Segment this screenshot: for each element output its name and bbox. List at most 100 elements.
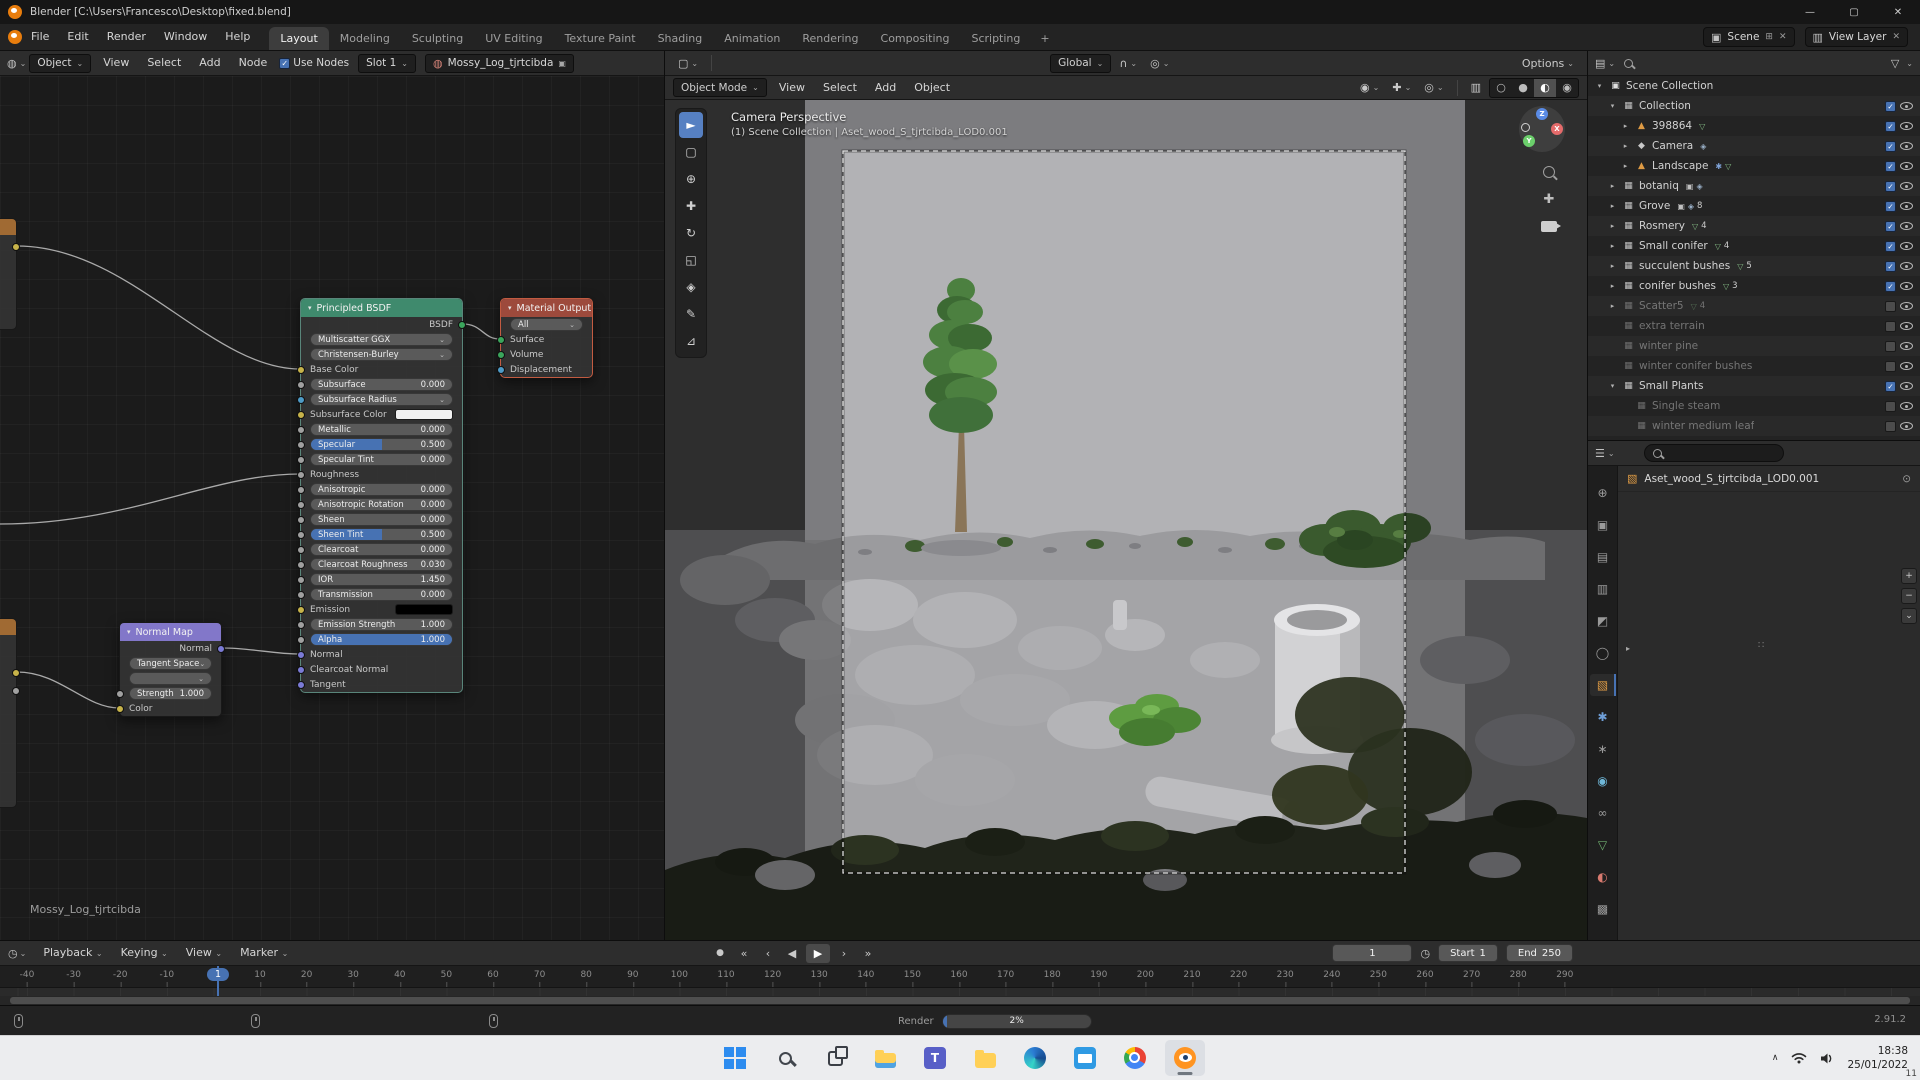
disclosure-right-icon[interactable]: ▸ (1607, 262, 1618, 270)
end-frame-field[interactable]: End 250 (1506, 944, 1573, 962)
workspace-tab-modeling[interactable]: Modeling (329, 27, 401, 50)
slot-dropdown[interactable]: Slot 1 ⌄ (358, 54, 416, 73)
collapse-icon[interactable]: ▾ (308, 304, 312, 312)
properties-search-input[interactable] (1644, 444, 1784, 462)
use-nodes-checkbox[interactable]: ✓ (279, 58, 290, 69)
timeline-track[interactable] (0, 988, 1920, 996)
input-socket[interactable] (297, 396, 305, 404)
timeline-ruler[interactable]: -40-30-20-101020304050607080901001101201… (0, 966, 1920, 988)
properties-tab-physics[interactable]: ◉ (1590, 770, 1616, 792)
maximize-button[interactable]: ▢ (1832, 0, 1876, 24)
toggle-xray[interactable]: ▥ (1466, 78, 1486, 97)
eye-icon[interactable] (1900, 142, 1913, 150)
workspace-tab-scripting[interactable]: Scripting (960, 27, 1031, 50)
input-socket[interactable] (497, 336, 505, 344)
input-socket[interactable] (297, 531, 305, 539)
unlink-view-layer-icon[interactable]: ✕ (1892, 32, 1900, 42)
properties-tab-modifiers[interactable]: ✱ (1590, 706, 1616, 728)
outliner-row-single-steam[interactable]: ▦Single steam (1588, 396, 1920, 416)
menu-edit[interactable]: Edit (58, 25, 97, 49)
playhead-frame-badge[interactable]: 1 (207, 968, 229, 981)
outliner-row-botaniq[interactable]: ▸▦botaniq▣◈✓ (1588, 176, 1920, 196)
node-dropdown[interactable]: Christensen-Burley⌄ (310, 348, 453, 361)
outliner-row-grove[interactable]: ▸▦Grove▣◈8✓ (1588, 196, 1920, 216)
transport-next-keyframe[interactable]: › (834, 944, 854, 963)
exclude-checkbox[interactable]: ✓ (1885, 161, 1896, 172)
eye-icon[interactable] (1900, 262, 1913, 270)
wifi-icon[interactable] (1791, 1052, 1807, 1064)
outliner-row-collection[interactable]: ▾▦Collection✓ (1588, 96, 1920, 116)
output-socket[interactable] (458, 321, 466, 329)
disclosure-right-icon[interactable]: ▸ (1607, 182, 1618, 190)
transport-prev-keyframe[interactable]: ‹ (758, 944, 778, 963)
node-header[interactable]: ▾Material Output (501, 299, 592, 317)
outliner-row-scatter5[interactable]: ▸▦Scatter5▽4 (1588, 296, 1920, 316)
pin-icon[interactable]: ⊙ (1902, 473, 1911, 485)
outliner-row-small-conifer[interactable]: ▸▦Small conifer▽4✓ (1588, 236, 1920, 256)
blender-menu-icon[interactable] (8, 30, 22, 44)
collapse-icon[interactable]: ▾ (127, 628, 131, 636)
outliner-row-camera[interactable]: ▸◆Camera◈✓ (1588, 136, 1920, 156)
outliner-row-winter-pine[interactable]: ▦winter pine (1588, 336, 1920, 356)
workspace-tab-rendering[interactable]: Rendering (791, 27, 869, 50)
current-frame-field[interactable]: 1 (1332, 944, 1412, 962)
transport-jump-start[interactable]: « (734, 944, 754, 963)
disclosure-right-icon[interactable]: ▸ (1607, 242, 1618, 250)
eye-icon[interactable] (1900, 282, 1913, 290)
disclosure-down-icon[interactable]: ▾ (1607, 382, 1618, 390)
input-socket[interactable] (297, 411, 305, 419)
tool-measure[interactable]: ⊿ (679, 328, 703, 354)
output-socket[interactable] (12, 687, 20, 695)
disclosure-down-icon[interactable]: ▾ (1607, 102, 1618, 110)
disclosure-right-icon[interactable]: ▸ (1620, 122, 1631, 130)
properties-side-button-1[interactable]: − (1901, 588, 1917, 604)
eye-icon[interactable] (1900, 162, 1913, 170)
node-number-field[interactable]: Sheen0.000 (310, 513, 453, 526)
properties-tab-view-layer[interactable]: ▥ (1590, 578, 1616, 600)
output-socket[interactable] (12, 669, 20, 677)
scene-selector[interactable]: ▣ Scene ⊞ ✕ (1703, 27, 1795, 47)
eye-icon[interactable] (1900, 302, 1913, 310)
output-socket[interactable] (12, 243, 20, 251)
exclude-checkbox[interactable] (1885, 301, 1896, 312)
node-slider-field[interactable]: Sheen Tint0.500 (310, 528, 453, 541)
viewport-menu-view[interactable]: View (770, 76, 814, 100)
node-dropdown[interactable]: All⌄ (510, 318, 583, 331)
properties-tab-tool[interactable]: ⊕ (1590, 482, 1616, 504)
input-socket[interactable] (116, 705, 124, 713)
exclude-checkbox[interactable]: ✓ (1885, 221, 1896, 232)
viewport-content[interactable]: Camera Perspective (1) Scene Collection … (665, 100, 1587, 940)
input-socket[interactable] (297, 456, 305, 464)
clock[interactable]: 18:38 25/01/2022 (1847, 1044, 1908, 1072)
output-socket[interactable] (217, 645, 225, 653)
axis-z-handle[interactable]: Z (1536, 108, 1548, 120)
tool-rotate[interactable]: ↻ (679, 220, 703, 246)
tool-move[interactable]: ✚ (679, 193, 703, 219)
properties-tab-output[interactable]: ▤ (1590, 546, 1616, 568)
breadcrumb-object-name[interactable]: Aset_wood_S_tjrtcibda_LOD0.001 (1644, 473, 1819, 485)
node-number-field[interactable]: Transmission0.000 (310, 588, 453, 601)
outliner-row-landscape[interactable]: ▸▲Landscape✱▽✓ (1588, 156, 1920, 176)
tool-transform[interactable]: ◈ (679, 274, 703, 300)
view-layer-selector[interactable]: ▥ View Layer ✕ (1805, 27, 1908, 47)
input-socket[interactable] (297, 366, 305, 374)
active-tool-button[interactable]: ▢ ⌄ (673, 54, 703, 73)
stopwatch-icon[interactable]: ◷ (1420, 947, 1430, 960)
taskbar-teams[interactable] (915, 1040, 955, 1076)
node-number-field[interactable]: Specular Tint0.000 (310, 453, 453, 466)
eye-icon[interactable] (1900, 122, 1913, 130)
node-image-texture-partial[interactable] (0, 218, 17, 330)
editor-type-icon[interactable]: ◷ (8, 947, 18, 960)
exclude-checkbox[interactable]: ✓ (1885, 121, 1896, 132)
disclosure-right-icon[interactable]: ▸ (1607, 282, 1618, 290)
node-header[interactable]: ▾Principled BSDF (301, 299, 462, 317)
tool-scale[interactable]: ◱ (679, 247, 703, 273)
shading-rendered[interactable]: ◉ (1556, 79, 1578, 97)
taskbar-edge[interactable] (1015, 1040, 1055, 1076)
node-number-field[interactable]: Anisotropic0.000 (310, 483, 453, 496)
panel-grip-icon[interactable]: ∷ (1758, 640, 1764, 651)
fake-user-icon[interactable]: ▣ (558, 59, 566, 68)
navigation-gizmo[interactable]: Z X Y (1519, 106, 1565, 152)
auto-keying-button[interactable]: ● (710, 944, 730, 963)
input-socket[interactable] (297, 591, 305, 599)
